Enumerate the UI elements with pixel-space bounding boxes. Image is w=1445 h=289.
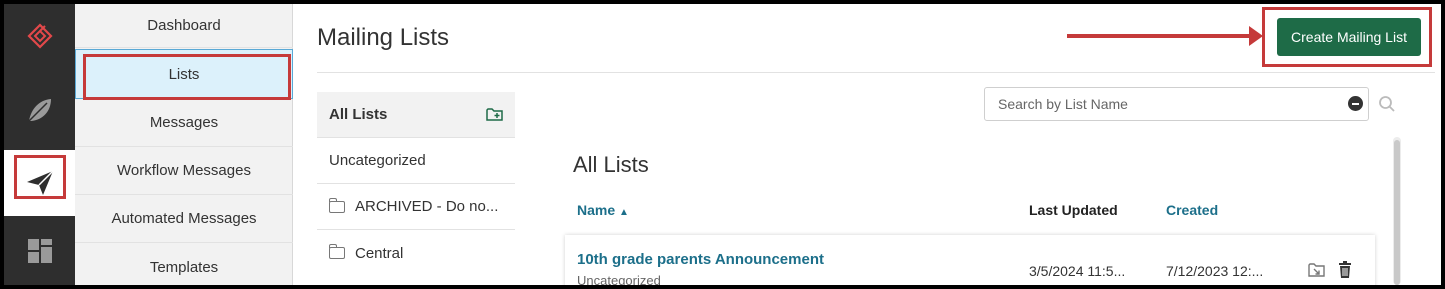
last-updated-cell: 3/5/2024 11:5... [1029,263,1126,279]
header-divider [317,72,1435,73]
sidebar-item-messages[interactable]: Messages [75,99,293,147]
logo-button[interactable] [4,4,75,70]
sidebar-item-label: Automated Messages [111,210,257,227]
sort-ascending-icon: ▲ [619,207,629,218]
sidebar-item-label: Dashboard [147,17,221,34]
column-header-last-updated[interactable]: Last Updated [1029,202,1118,218]
sidebar-item-label: Templates [149,259,219,276]
list-heading: All Lists [573,152,649,177]
main-content: Mailing Lists Create Mailing List All Li… [293,4,1441,285]
leaf-icon [27,99,51,122]
folder-item-central[interactable]: Central [317,230,515,276]
sidebar-item-dashboard[interactable]: Dashboard [75,4,293,48]
sidebar-item-label: Workflow Messages [117,162,251,179]
rail-item-publishing[interactable] [4,70,75,150]
column-label: Name [577,202,616,218]
annotation-arrow [1067,34,1253,38]
scrollbar-thumb[interactable] [1394,140,1400,285]
column-header-created[interactable]: Created [1166,202,1218,218]
annotation-highlight-lists [83,54,291,100]
page-title: Mailing Lists [317,24,450,51]
sidebar-item-templates[interactable]: Templates [75,244,293,285]
folder-item-uncategorized[interactable]: Uncategorized [317,138,515,184]
clear-search-icon[interactable] [1348,96,1363,111]
folder-list: All Lists Uncategorized ARCHIVED - Do no… [317,92,515,276]
folder-item-all-lists[interactable]: All Lists [317,92,515,138]
sidebar-item-label: Messages [149,114,219,131]
sidebar-item-workflow-messages[interactable]: Workflow Messages [75,147,293,195]
sidebar-nav: Dashboard Lists Messages Workflow Messag… [75,4,293,285]
folder-icon [328,197,345,213]
logo-icon [26,23,53,49]
list-name-link[interactable]: 10th grade parents Announcement [577,251,824,268]
folder-icon [328,244,345,259]
app-frame: Dashboard Lists Messages Workflow Messag… [4,4,1441,285]
add-folder-icon[interactable] [486,107,503,121]
folder-label: ARCHIVED - Do no... [355,198,499,215]
annotation-arrow-head [1249,26,1263,46]
dashboard-grid-icon [27,238,52,263]
rail-item-dashboard[interactable] [4,216,75,285]
list-category: Uncategorized [577,273,661,285]
annotation-highlight-messaging [14,155,66,199]
sidebar-item-automated-messages[interactable]: Automated Messages [75,195,293,243]
folder-label: Uncategorized [329,152,426,169]
search-input[interactable] [984,87,1369,121]
table-row[interactable]: 10th grade parents Announcement Uncatego… [565,235,1375,285]
trash-icon[interactable] [1338,261,1352,278]
created-cell: 7/12/2023 12:... [1166,263,1264,279]
folder-label: All Lists [329,106,388,123]
folder-label: Central [355,244,404,262]
move-to-folder-icon[interactable] [1308,262,1325,277]
search-icon[interactable] [1378,95,1396,113]
column-header-name[interactable]: Name ▲ [577,202,629,218]
folder-item-archived[interactable]: ARCHIVED - Do no... [317,184,515,230]
create-mailing-list-button[interactable]: Create Mailing List [1277,18,1421,56]
icon-rail [4,4,75,285]
